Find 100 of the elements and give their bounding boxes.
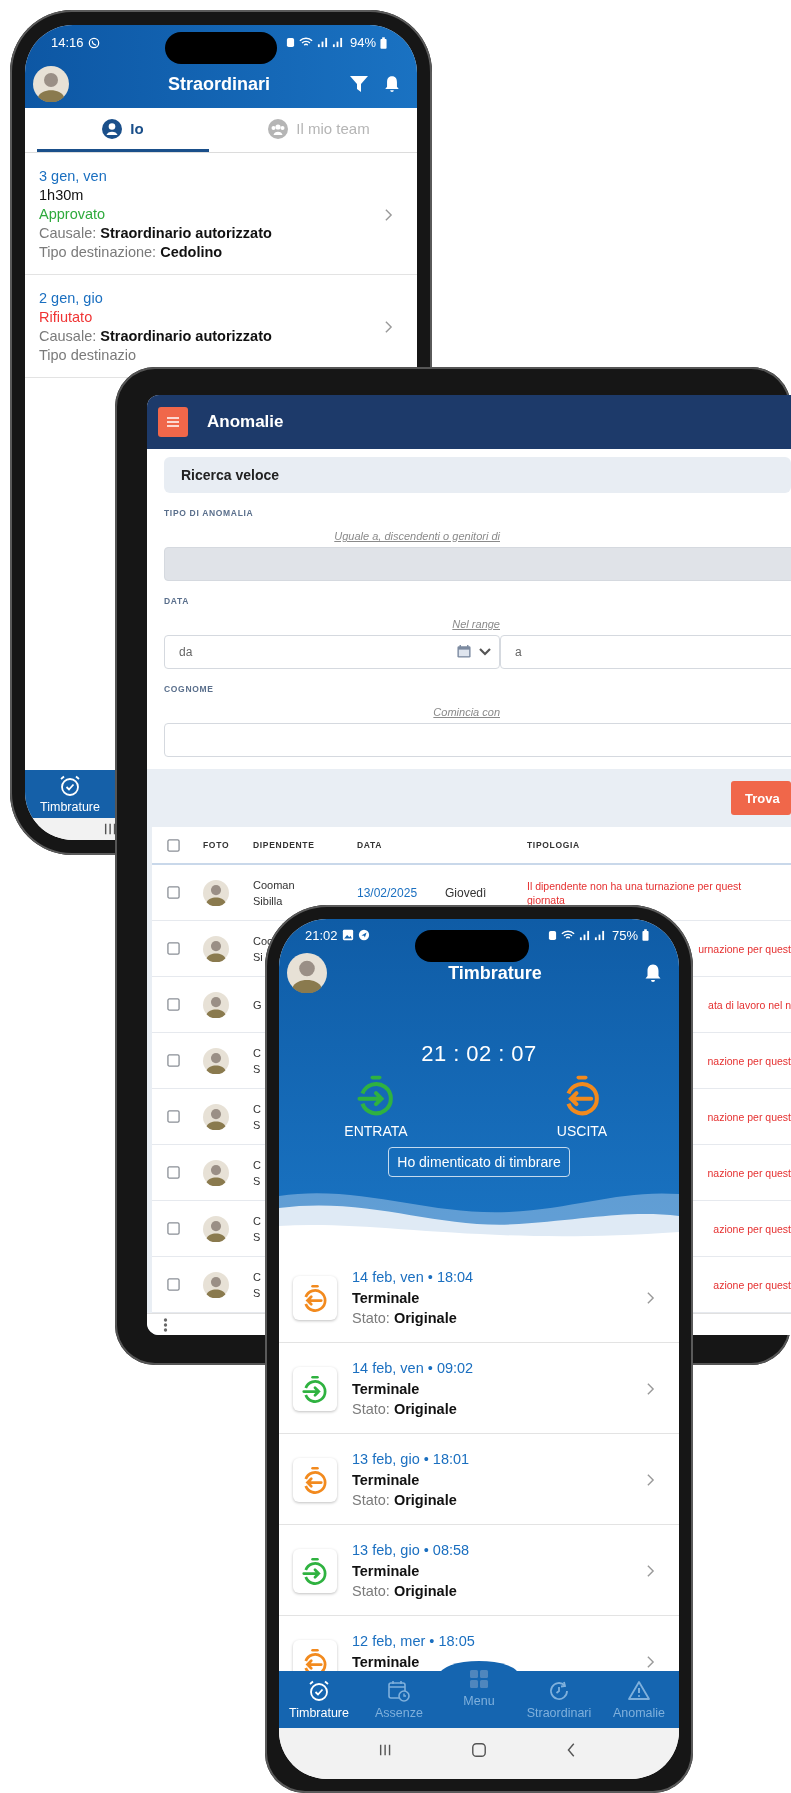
checkbox[interactable] bbox=[167, 942, 180, 955]
checkbox[interactable] bbox=[167, 1166, 180, 1179]
screen-title: Anomalie bbox=[207, 412, 284, 432]
entry-date: 13 feb, gio • 08:58 bbox=[352, 1541, 471, 1560]
entry-date: 14 feb, ven • 09:02 bbox=[352, 1359, 475, 1378]
battery-level: 94% bbox=[349, 35, 376, 50]
avatar bbox=[203, 991, 229, 1018]
nav-item[interactable]: Timbrature bbox=[279, 1671, 359, 1728]
entry-state: Stato: Originale bbox=[352, 1491, 458, 1510]
clock-in-button[interactable]: ENTRATA bbox=[333, 1073, 419, 1139]
destination-text: Tipo destinazione: Cedolino bbox=[39, 243, 224, 262]
chevron-icon[interactable] bbox=[384, 320, 393, 334]
date-field[interactable]: a bbox=[500, 635, 791, 669]
battery-level: 75% bbox=[611, 927, 638, 943]
person-icon bbox=[102, 118, 123, 139]
nav-item[interactable]: Assenze bbox=[359, 1671, 439, 1728]
employee-name: Cooman Sibilla bbox=[253, 877, 295, 909]
anomaly-type: urnazione per quest bbox=[698, 941, 791, 956]
status-text: Rifiutato bbox=[39, 308, 94, 327]
item-duration: 1h30m bbox=[39, 186, 85, 205]
entry-source: Terminale bbox=[352, 1652, 421, 1671]
column-header: FOTO bbox=[203, 840, 231, 850]
chevron-icon[interactable] bbox=[646, 1382, 655, 1396]
avatar bbox=[33, 66, 69, 102]
alarm-clock-icon bbox=[58, 774, 82, 798]
date-text: 13/02/2025 bbox=[357, 885, 418, 900]
avatar bbox=[203, 935, 229, 962]
wifi-icon bbox=[298, 37, 313, 48]
checkbox[interactable] bbox=[167, 1110, 180, 1123]
avatar bbox=[203, 879, 229, 906]
filter-label: COGNOME bbox=[164, 684, 215, 695]
column-header: TIPOLOGIA bbox=[527, 840, 581, 850]
home-icon[interactable] bbox=[471, 1741, 487, 1758]
status-time: 14:16 bbox=[51, 35, 84, 50]
group-icon bbox=[268, 118, 289, 139]
tab[interactable]: Il mio team bbox=[233, 108, 405, 152]
avatar bbox=[287, 953, 327, 993]
calendar-icon[interactable] bbox=[456, 644, 472, 659]
more-icon[interactable] bbox=[163, 1316, 168, 1333]
warning-icon bbox=[627, 1679, 651, 1703]
employee-name: C S bbox=[253, 1157, 261, 1189]
bell-icon[interactable] bbox=[383, 75, 401, 93]
nav-item[interactable]: Straordinari bbox=[519, 1671, 599, 1728]
navigation-icon bbox=[357, 929, 370, 941]
avatar bbox=[203, 1159, 229, 1186]
operator-link[interactable]: Nel range bbox=[452, 618, 500, 630]
chat-icon bbox=[87, 36, 100, 49]
avatar bbox=[203, 1215, 229, 1242]
avatar bbox=[203, 1271, 229, 1298]
alarm-clock-icon bbox=[307, 1679, 331, 1703]
select-field[interactable] bbox=[164, 547, 791, 581]
nav-item[interactable]: Timbrature bbox=[25, 770, 115, 818]
clock-out-button[interactable]: USCITA bbox=[539, 1073, 625, 1139]
wifi-icon bbox=[560, 929, 575, 941]
checkbox[interactable] bbox=[167, 1278, 180, 1291]
bell-icon[interactable] bbox=[643, 963, 663, 983]
forgot-punch-button[interactable]: Ho dimenticato di timbrare bbox=[388, 1147, 570, 1177]
entry-date: 14 feb, ven • 18:04 bbox=[352, 1268, 475, 1287]
filter-icon[interactable] bbox=[349, 74, 369, 94]
entry-source: Terminale bbox=[352, 1470, 421, 1490]
text-field[interactable] bbox=[164, 723, 791, 757]
menu-button[interactable] bbox=[158, 407, 188, 437]
clock-text: 21 : 02 : 07 bbox=[421, 1041, 537, 1067]
status-text: Approvato bbox=[39, 205, 107, 224]
entry-state: Stato: Originale bbox=[352, 1309, 458, 1328]
entry-source: Terminale bbox=[352, 1561, 421, 1581]
filter-label: DATA bbox=[164, 596, 191, 607]
employee-name: C S bbox=[253, 1045, 261, 1077]
checkbox[interactable] bbox=[167, 838, 180, 852]
checkbox[interactable] bbox=[167, 998, 180, 1011]
entry-source: Terminale bbox=[352, 1379, 421, 1399]
quick-search-bar[interactable]: Ricerca veloce bbox=[164, 457, 791, 493]
operator-link[interactable]: Uguale a, discendenti o genitori di bbox=[334, 530, 500, 542]
sim-icon bbox=[547, 929, 557, 941]
checkbox[interactable] bbox=[167, 886, 180, 899]
chevron-icon[interactable] bbox=[646, 1473, 655, 1487]
signal-icon bbox=[593, 929, 605, 941]
anomaly-type: ata di lavoro nel n bbox=[708, 997, 791, 1012]
screen-title: Straordinari bbox=[167, 73, 271, 95]
nav-item[interactable]: Anomalie bbox=[599, 1671, 679, 1728]
employee-name: G bbox=[253, 997, 262, 1013]
checkbox[interactable] bbox=[167, 1054, 180, 1067]
operator-link[interactable]: Comincia con bbox=[433, 706, 500, 718]
anomaly-type: azione per quest bbox=[713, 1221, 791, 1236]
date-field[interactable]: da bbox=[164, 635, 500, 669]
checkbox[interactable] bbox=[167, 1222, 180, 1235]
tab[interactable]: Io bbox=[37, 108, 209, 152]
caret-down-icon[interactable] bbox=[478, 646, 492, 657]
chevron-icon[interactable] bbox=[384, 207, 393, 222]
chevron-icon[interactable] bbox=[646, 1564, 655, 1578]
chevron-icon[interactable] bbox=[646, 1291, 655, 1305]
reason-text: Causale: Straordinario autorizzato bbox=[39, 327, 273, 346]
menu-icon bbox=[166, 416, 180, 428]
find-button[interactable]: Trova bbox=[731, 781, 791, 815]
item-date: 2 gen, gio bbox=[39, 289, 104, 308]
employee-name: C S bbox=[253, 1213, 261, 1245]
chevron-icon[interactable] bbox=[646, 1655, 655, 1669]
signal-icon bbox=[578, 929, 590, 941]
grid-icon bbox=[467, 1667, 491, 1691]
entry-state: Stato: Originale bbox=[352, 1400, 458, 1419]
